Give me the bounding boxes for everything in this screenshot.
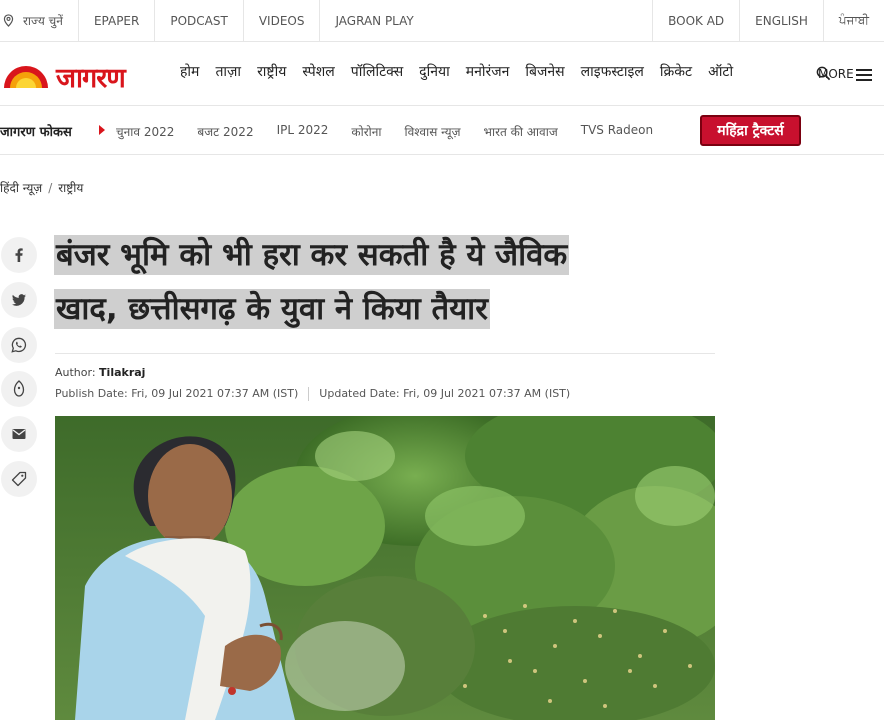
whatsapp-icon [11,337,27,353]
divider [55,353,715,354]
logo-text: जागरण [56,63,126,94]
nav-item-auto[interactable]: ऑटो [708,62,733,81]
focus-title: जागरण फोकस [0,125,72,140]
videos-link[interactable]: VIDEOS [244,0,321,42]
breadcrumb-home[interactable]: हिंदी न्यूज़ [0,181,42,195]
sunrise-logo-icon [4,65,48,88]
date-divider [308,387,310,401]
koo-share-button[interactable] [1,371,37,407]
koo-icon [13,380,25,397]
caret-right-icon [99,125,105,135]
tag-icon [11,471,27,487]
nav-item-world[interactable]: दुनिया [419,62,450,81]
nav-item-lifestyle[interactable]: लाइफस्टाइल [581,62,644,81]
focus-item-tvs-radeon[interactable]: TVS Radeon [581,123,653,140]
nav-item-politics[interactable]: पॉलिटिक्स [351,62,403,81]
email-icon [12,429,26,439]
breadcrumb: हिंदी न्यूज़ / राष्ट्रीय [0,179,83,196]
english-link[interactable]: ENGLISH [739,0,823,42]
author-line: Author: Tilakraj [55,366,145,379]
whatsapp-share-button[interactable] [1,327,37,363]
mahindra-tractors-ad[interactable]: महिंद्रा ट्रैक्टर्स [700,115,801,146]
breadcrumb-section[interactable]: राष्ट्रीय [58,181,83,195]
headline-line-1: बंजर भूमि को भी हरा कर सकती है ये जैविक [54,235,570,275]
article-photo [55,416,715,720]
facebook-icon [15,248,23,262]
punjabi-link[interactable]: ਪੰਜਾਬੀ [822,0,884,42]
twitter-icon [12,294,26,306]
article-headline: बंजर भूमि को भी हरा कर सकती है ये जैविक … [54,228,714,336]
focus-item-elections[interactable]: चुनाव 2022 [116,123,174,140]
twitter-share-button[interactable] [1,282,37,318]
facebook-share-button[interactable] [1,237,37,273]
author-name[interactable]: Tilakraj [99,366,145,379]
nav-item-business[interactable]: बिजनेस [525,62,564,81]
nav-item-special[interactable]: स्पेशल [302,62,334,81]
article-dates: Publish Date: Fri, 09 Jul 2021 07:37 AM … [55,387,570,401]
author-label: Author: [55,366,96,379]
nav-item-entertainment[interactable]: मनोरंजन [466,62,510,81]
main-navigation: जागरण होम ताज़ा राष्ट्रीय स्पेशल पॉलिटिक… [0,42,884,106]
nav-item-cricket[interactable]: क्रिकेट [660,62,692,81]
jagran-logo[interactable]: जागरण [2,58,126,95]
focus-item-bharat-ki-awaz[interactable]: भारत की आवाज [484,123,558,140]
headline-line-2: खाद, छत्तीसगढ़ के युवा ने किया तैयार [54,289,490,329]
updated-date: Updated Date: Fri, 09 Jul 2021 07:37 AM … [319,387,571,400]
nav-links: होम ताज़ा राष्ट्रीय स्पेशल पॉलिटिक्स दुन… [180,62,749,81]
jagran-play-link[interactable]: JAGRAN PLAY [320,0,428,42]
tag-button[interactable] [1,461,37,497]
state-selector[interactable]: राज्य चुनें [0,0,79,42]
more-button[interactable]: MORE [818,67,854,81]
podcast-link[interactable]: PODCAST [155,0,244,42]
focus-item-vishvas-news[interactable]: विश्वास न्यूज़ [405,123,461,140]
publish-date: Publish Date: Fri, 09 Jul 2021 07:37 AM … [55,387,299,400]
nav-item-home[interactable]: होम [180,62,199,81]
nav-item-latest[interactable]: ताज़ा [215,62,241,81]
farmer-spreading-compost-image [55,416,715,720]
focus-item-budget[interactable]: बजट 2022 [197,123,253,140]
hamburger-menu-icon[interactable] [856,69,872,84]
book-ad-link[interactable]: BOOK AD [652,0,739,42]
focus-item-ipl[interactable]: IPL 2022 [277,123,329,140]
breadcrumb-separator: / [48,181,53,195]
focus-links: चुनाव 2022 बजट 2022 IPL 2022 कोरोना विश्… [116,123,676,140]
epaper-link[interactable]: EPAPER [79,0,156,42]
email-share-button[interactable] [1,416,37,452]
focus-item-corona[interactable]: कोरोना [351,123,381,140]
top-utility-bar: राज्य चुनें EPAPER PODCAST VIDEOS JAGRAN… [0,0,884,42]
state-selector-label: राज्य चुनें [23,14,63,28]
nav-item-national[interactable]: राष्ट्रीय [257,62,286,81]
location-pin-icon [3,14,14,27]
